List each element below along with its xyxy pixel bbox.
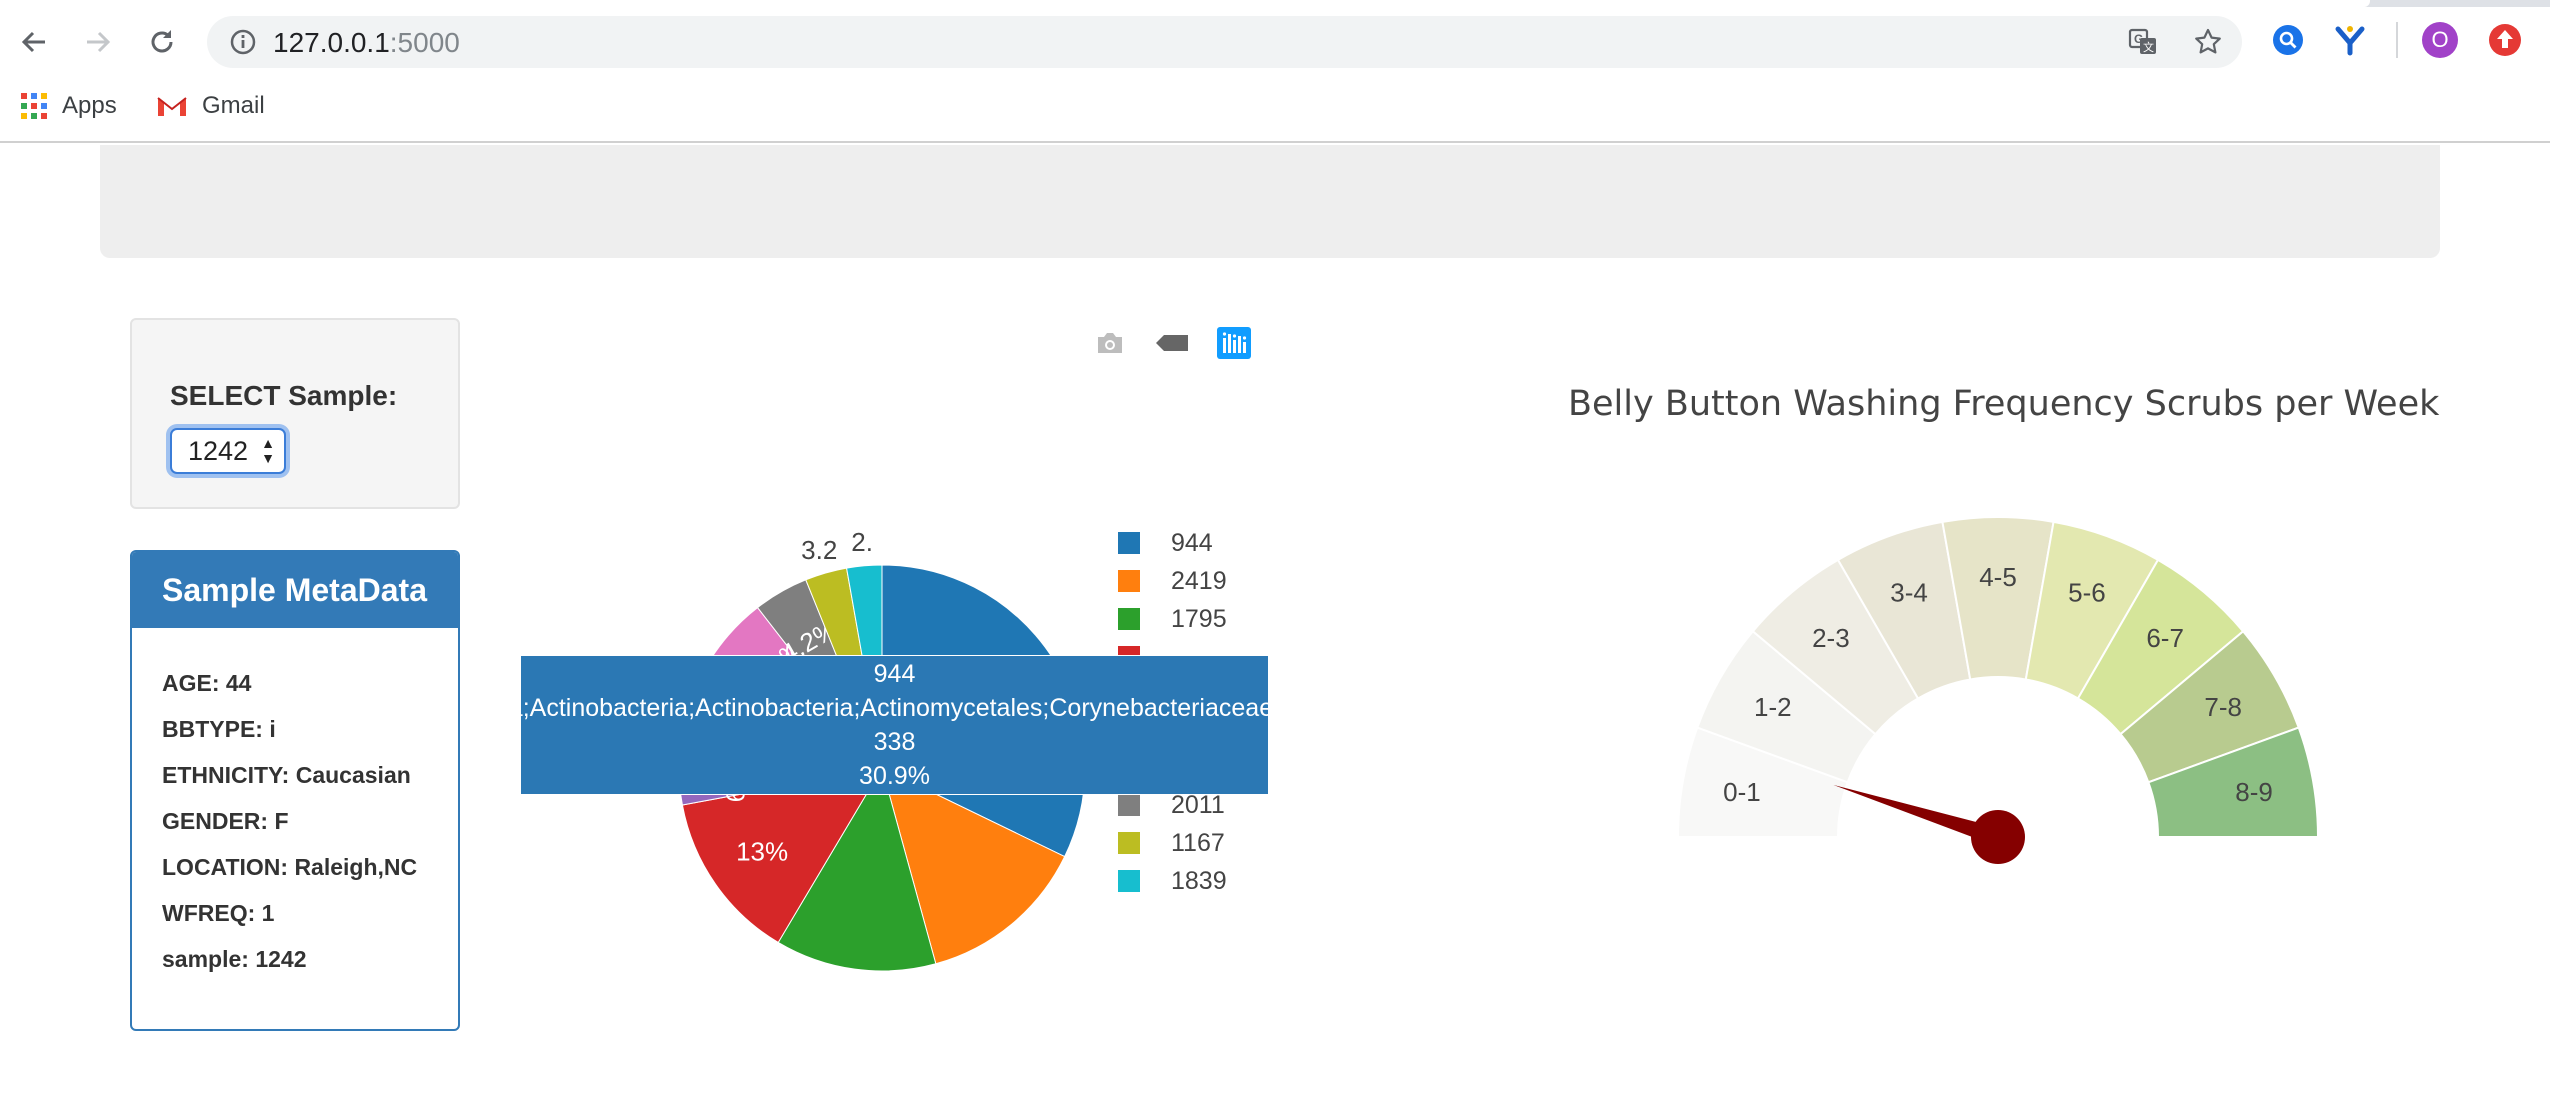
selected-sample: 1242 xyxy=(188,435,249,466)
metadata-row: sample: 1242 xyxy=(162,946,307,972)
gauge-sector-label: 8-9 xyxy=(2235,777,2273,807)
svg-text:文: 文 xyxy=(2143,40,2154,54)
pie-slice-label: 2. xyxy=(851,527,873,557)
back-arrow-icon xyxy=(21,31,45,53)
camera-icon[interactable] xyxy=(1092,326,1128,360)
legend-swatch xyxy=(1118,794,1140,816)
metadata-row: GENDER: F xyxy=(162,808,289,834)
url-host: 127.0.0.1 xyxy=(273,27,390,58)
legend-swatch xyxy=(1118,532,1140,554)
bookmark-gmail[interactable]: Gmail xyxy=(156,86,265,126)
bookmark-star-icon[interactable] xyxy=(2192,26,2224,58)
bookmarks-bar: Apps Gmail xyxy=(0,86,600,126)
toolbar-divider xyxy=(2396,22,2398,58)
legend-label: 944 xyxy=(1171,528,1213,557)
gauge-sector-label: 2-3 xyxy=(1812,623,1850,653)
header-jumbotron xyxy=(100,145,2440,258)
select-arrows-icon: ▲ ▼ xyxy=(261,435,275,466)
address-bar[interactable]: 127.0.0.1:5000 G文 xyxy=(207,16,2242,68)
browser-chrome: 127.0.0.1:5000 G文 O Apps Gmail xyxy=(0,0,2550,143)
tab-strip xyxy=(0,0,2550,7)
search-extension-icon[interactable] xyxy=(2268,20,2308,60)
legend-label: 1167 xyxy=(1171,828,1225,857)
site-info-icon[interactable] xyxy=(229,28,257,61)
reload-icon xyxy=(151,30,173,53)
gauge-sector-label: 0-1 xyxy=(1723,777,1761,807)
legend-item[interactable]: 1167 xyxy=(1118,828,1225,858)
gauge-sector-label: 3-4 xyxy=(1890,578,1928,608)
sample-selector-well: SELECT Sample: 1242 ▲ ▼ xyxy=(130,318,460,509)
metadata-panel: Sample MetaData AGE: 44 BBTYPE: i ETHNIC… xyxy=(130,550,460,1031)
forward-button[interactable] xyxy=(76,20,120,64)
hover-taxonomy: Bacteria;Actinobacteria;Actinobacteria;A… xyxy=(521,694,1268,722)
hover-value: 338 xyxy=(873,728,916,756)
gauge-sector-label: 6-7 xyxy=(2146,623,2184,653)
apps-grid-icon xyxy=(21,93,47,119)
profile-avatar[interactable]: O xyxy=(2420,20,2460,60)
active-tab[interactable] xyxy=(0,0,2370,7)
legend-label: 1795 xyxy=(1171,604,1227,633)
pie-slice-label: 3.2 xyxy=(801,535,837,565)
gauge-sector-label: 7-8 xyxy=(2204,692,2242,722)
hover-label: 944 xyxy=(873,660,916,688)
url-text: 127.0.0.1:5000 xyxy=(273,27,460,59)
legend-item[interactable]: 1839 xyxy=(1118,866,1227,896)
legend-label: 2419 xyxy=(1171,566,1227,595)
bookmark-gmail-label: Gmail xyxy=(202,92,265,119)
metadata-row: BBTYPE: i xyxy=(162,716,276,742)
gauge-sector-label: 4-5 xyxy=(1979,562,2017,592)
metadata-row: AGE: 44 xyxy=(162,670,252,696)
hover-percent: 30.9% xyxy=(859,762,930,790)
legend-swatch xyxy=(1118,608,1140,630)
sample-select[interactable]: 1242 ▲ ▼ xyxy=(170,428,286,474)
bookmark-apps-label: Apps xyxy=(62,92,117,119)
legend-item[interactable]: 944 xyxy=(1118,528,1213,558)
profile-initial: O xyxy=(2431,27,2449,52)
gauge-svg: 0-1 1-2 2-3 3-4 4-5 5-6 6-7 7-8 8-9 xyxy=(1676,516,2320,864)
pie-hover-label: 944 Bacteria;Actinobacteria;Actinobacter… xyxy=(520,655,1269,795)
gauge-sector-label: 5-6 xyxy=(2068,578,2106,608)
back-button[interactable] xyxy=(12,20,56,64)
forward-arrow-icon xyxy=(87,31,111,53)
select-sample-label: SELECT Sample: xyxy=(170,380,398,411)
legend-swatch xyxy=(1118,570,1140,592)
update-icon[interactable] xyxy=(2485,20,2525,60)
metadata-heading: Sample MetaData xyxy=(132,552,458,628)
metadata-row: WFREQ: 1 xyxy=(162,900,275,926)
url-port: :5000 xyxy=(389,27,460,58)
reload-button[interactable] xyxy=(140,20,184,64)
bookmark-apps[interactable]: Apps xyxy=(20,86,117,126)
tag-icon[interactable] xyxy=(1154,326,1190,360)
metadata-row: ETHNICITY: Caucasian xyxy=(162,762,411,788)
legend-item[interactable]: 1795 xyxy=(1118,604,1227,634)
metadata-row: LOCATION: Raleigh,NC xyxy=(162,854,418,880)
plotly-logo-icon[interactable] xyxy=(1216,326,1252,360)
gmail-icon xyxy=(157,97,187,116)
translate-icon[interactable]: G文 xyxy=(2127,26,2159,58)
legend-swatch xyxy=(1118,870,1140,892)
gauge-sector-label: 1-2 xyxy=(1754,692,1792,722)
legend-swatch xyxy=(1118,832,1140,854)
metadata-body: AGE: 44 BBTYPE: i ETHNICITY: Caucasian G… xyxy=(132,628,458,990)
legend-item[interactable]: 2419 xyxy=(1118,566,1227,596)
gauge-chart: 0-1 1-2 2-3 3-4 4-5 5-6 6-7 7-8 8-9 xyxy=(1660,500,2340,880)
extension-y-icon[interactable] xyxy=(2330,20,2370,60)
gauge-needle-hub xyxy=(1971,810,2025,864)
gauge-title: Belly Button Washing Frequency Scrubs pe… xyxy=(1568,384,2440,424)
pie-slice-label: 13% xyxy=(736,837,788,867)
legend-label: 1839 xyxy=(1171,866,1227,895)
